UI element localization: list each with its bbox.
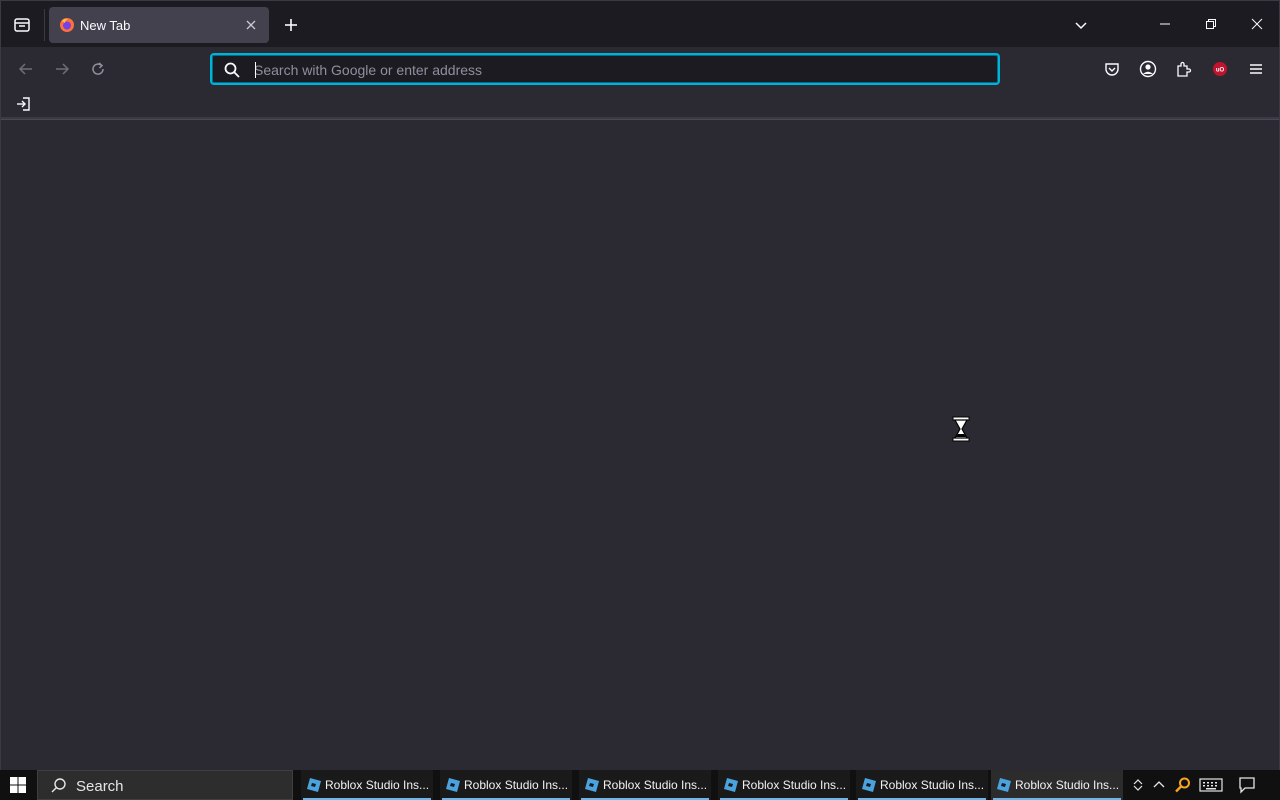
action-center-notification-icon[interactable] bbox=[1234, 770, 1260, 800]
page-content bbox=[1, 120, 1279, 770]
roblox-studio-icon bbox=[306, 777, 322, 793]
roblox-studio-icon bbox=[723, 777, 739, 793]
taskbar-app-roblox-studio[interactable]: Roblox Studio Ins... bbox=[440, 770, 572, 800]
address-bar[interactable] bbox=[210, 53, 1000, 85]
taskbar-app-label: Roblox Studio Ins... bbox=[742, 778, 847, 792]
close-icon[interactable] bbox=[242, 16, 260, 34]
svg-text:uO: uO bbox=[1216, 68, 1225, 74]
extensions-puzzle-icon[interactable] bbox=[1172, 57, 1196, 81]
browser-window: New Tab Search with Google or enter addr… bbox=[0, 0, 1280, 770]
reload-icon[interactable] bbox=[86, 57, 110, 81]
menu-hamburger-icon[interactable] bbox=[1244, 57, 1268, 81]
restore-icon[interactable] bbox=[1188, 1, 1234, 47]
touch-keyboard-icon[interactable] bbox=[1197, 770, 1225, 800]
window-close-icon[interactable] bbox=[1234, 1, 1280, 47]
roblox-studio-icon bbox=[445, 777, 461, 793]
taskbar-app-label: Roblox Studio Ins... bbox=[603, 778, 708, 792]
ublock-origin-icon[interactable]: uO bbox=[1208, 57, 1232, 81]
hourglass-cursor-icon bbox=[952, 416, 970, 442]
bookmarks-toolbar bbox=[1, 91, 1279, 117]
taskbar-app-label: Roblox Studio Ins... bbox=[464, 778, 569, 792]
taskbar-app-roblox-studio[interactable]: Roblox Studio Ins... bbox=[856, 770, 988, 800]
navigation-toolbar: uO bbox=[1, 47, 1279, 91]
account-icon[interactable] bbox=[1136, 57, 1160, 81]
list-all-tabs-chevron-down-icon[interactable] bbox=[1069, 13, 1093, 37]
forward-arrow-icon[interactable] bbox=[50, 57, 74, 81]
roblox-studio-icon bbox=[996, 777, 1012, 793]
magnifier-icon[interactable] bbox=[1172, 770, 1194, 800]
windows-start-icon[interactable] bbox=[0, 770, 36, 800]
taskbar-app-roblox-studio[interactable]: Roblox Studio Ins... bbox=[718, 770, 850, 800]
taskbar-search-box[interactable]: Search bbox=[37, 770, 293, 800]
firefox-logo-icon bbox=[59, 17, 75, 33]
tab-separator bbox=[44, 9, 45, 41]
back-arrow-icon[interactable] bbox=[14, 57, 38, 81]
minimize-icon[interactable] bbox=[1142, 1, 1188, 47]
show-hidden-icons-chevron-up-icon[interactable] bbox=[1150, 770, 1168, 800]
taskbar-app-label: Roblox Studio Ins... bbox=[1015, 778, 1120, 792]
taskbar-search-label: Search bbox=[76, 778, 124, 795]
taskbar: Search Roblox Studio Ins... Roblox Studi… bbox=[0, 770, 1280, 800]
new-tab-plus-icon[interactable] bbox=[279, 13, 303, 37]
tab-title: New Tab bbox=[80, 18, 131, 33]
tab-strip: New Tab bbox=[1, 1, 1279, 47]
search-icon bbox=[223, 61, 241, 79]
taskbar-app-roblox-studio-active[interactable]: Roblox Studio Ins... bbox=[991, 770, 1123, 800]
taskbar-app-label: Roblox Studio Ins... bbox=[325, 778, 430, 792]
taskbar-app-roblox-studio[interactable]: Roblox Studio Ins... bbox=[301, 770, 433, 800]
firefox-view-icon[interactable] bbox=[9, 12, 35, 38]
search-icon bbox=[50, 777, 68, 795]
import-bookmarks-icon[interactable] bbox=[11, 92, 35, 116]
text-caret bbox=[255, 62, 256, 78]
roblox-studio-icon bbox=[861, 777, 877, 793]
url-input[interactable] bbox=[254, 60, 974, 80]
taskbar-app-roblox-studio[interactable]: Roblox Studio Ins... bbox=[579, 770, 711, 800]
roblox-studio-icon bbox=[584, 777, 600, 793]
tab-new-tab[interactable]: New Tab bbox=[49, 7, 269, 43]
taskbar-scroll-arrows[interactable] bbox=[1128, 770, 1148, 800]
taskbar-app-label: Roblox Studio Ins... bbox=[880, 778, 985, 792]
pocket-icon[interactable] bbox=[1100, 57, 1124, 81]
